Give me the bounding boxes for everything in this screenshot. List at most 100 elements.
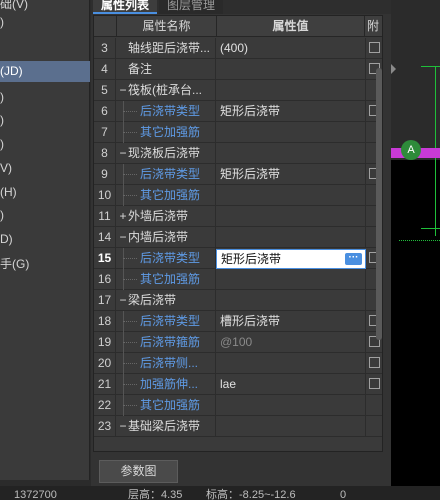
left-item[interactable]: ) — [0, 134, 90, 155]
attach-checkbox[interactable] — [369, 42, 380, 53]
property-value-cell[interactable]: (400) — [216, 38, 366, 59]
property-value: 矩形后浇带 — [220, 167, 281, 181]
table-row[interactable]: 11 + 外墙后浇带 — [94, 206, 382, 227]
property-name-cell[interactable]: 后浇带类型 — [116, 248, 216, 269]
left-item[interactable]: ) — [0, 87, 90, 108]
property-name-cell[interactable]: − 梁后浇带 — [116, 290, 216, 311]
property-value-cell[interactable] — [216, 185, 366, 206]
property-value-cell[interactable]: 槽形后浇带 — [216, 311, 366, 332]
table-row[interactable]: 21 加强筋伸... lae — [94, 374, 382, 395]
property-name-cell[interactable]: 轴线距后浇带... — [116, 38, 216, 59]
table-row[interactable]: 22 其它加强筋 — [94, 395, 382, 416]
table-row[interactable]: 23− 基础梁后浇带 — [94, 416, 382, 437]
property-name-cell[interactable]: − 内墙后浇带 — [116, 227, 216, 248]
property-name-cell[interactable]: 后浇带类型 — [116, 101, 216, 122]
table-row[interactable]: 17− 梁后浇带 — [94, 290, 382, 311]
property-value-cell[interactable] — [216, 80, 366, 101]
property-name-cell[interactable]: 后浇带箍筋 — [116, 332, 216, 353]
left-item[interactable]: ) — [0, 205, 90, 226]
property-name-cell[interactable]: 加强筋伸... — [116, 374, 216, 395]
header-attach[interactable]: 附 — [364, 16, 382, 37]
row-number: 7 — [94, 122, 116, 143]
collapse-icon[interactable]: − — [118, 143, 128, 164]
collapse-icon[interactable]: − — [118, 290, 128, 311]
table-row[interactable]: 9 后浇带类型 矩形后浇带 — [94, 164, 382, 185]
property-name-cell[interactable]: − 筏板(桩承台... — [116, 80, 216, 101]
property-value-cell[interactable] — [216, 416, 366, 437]
property-name: 后浇带侧... — [140, 356, 199, 370]
table-row[interactable]: 15 后浇带类型 矩形后浇带 ··· — [94, 248, 382, 269]
attach-checkbox[interactable] — [369, 378, 380, 389]
tree-connector — [123, 321, 137, 322]
property-value-cell[interactable] — [216, 269, 366, 290]
left-item[interactable]: 手(G) — [0, 254, 90, 275]
property-name-cell[interactable]: − 现浇板后浇带 — [116, 143, 216, 164]
left-item[interactable] — [0, 38, 90, 59]
row-number: 9 — [94, 164, 116, 185]
table-row[interactable]: 4 备注 — [94, 59, 382, 80]
property-name-cell[interactable]: 后浇带侧... — [116, 353, 216, 374]
left-item[interactable]: (H) — [0, 182, 90, 203]
left-item[interactable]: D) — [0, 229, 90, 250]
property-value-cell[interactable] — [216, 59, 366, 80]
tab-layer-management[interactable]: 图层管理 — [159, 0, 224, 14]
left-item[interactable]: V) — [0, 158, 90, 179]
property-name-cell[interactable]: 后浇带类型 — [116, 311, 216, 332]
panel-collapse-arrow-icon[interactable] — [391, 64, 396, 74]
property-name-cell[interactable]: 其它加强筋 — [116, 269, 216, 290]
parameter-diagram-button[interactable]: 参数图 — [99, 460, 178, 483]
property-name: 内墙后浇带 — [128, 230, 189, 244]
table-row[interactable]: 8− 现浇板后浇带 — [94, 143, 382, 164]
table-row[interactable]: 20 后浇带侧... — [94, 353, 382, 374]
property-name-cell[interactable]: 其它加强筋 — [116, 395, 216, 416]
property-value-cell[interactable]: lae — [216, 374, 366, 395]
property-value-cell[interactable] — [216, 353, 366, 374]
property-value-cell[interactable] — [216, 290, 366, 311]
property-name-cell[interactable]: 后浇带类型 — [116, 164, 216, 185]
collapse-icon[interactable]: − — [118, 227, 128, 248]
collapse-icon[interactable]: − — [118, 80, 128, 101]
table-row[interactable]: 3 轴线距后浇带... (400) — [94, 38, 382, 59]
header-name[interactable]: 属性名称 — [116, 16, 216, 37]
table-row[interactable]: 18 后浇带类型 槽形后浇带 — [94, 311, 382, 332]
table-row[interactable]: 7 其它加强筋 — [94, 122, 382, 143]
property-name-cell[interactable]: 其它加强筋 — [116, 185, 216, 206]
status-value: 0 — [340, 489, 347, 500]
table-row[interactable]: 16 其它加强筋 — [94, 269, 382, 290]
property-value: 矩形后浇带 — [221, 252, 282, 266]
expand-icon[interactable]: + — [118, 206, 128, 227]
vertical-scrollbar[interactable] — [376, 68, 382, 340]
table-row[interactable]: 19 后浇带箍筋 @100 — [94, 332, 382, 353]
property-value-cell[interactable]: @100 — [216, 332, 366, 353]
property-name: 其它加强筋 — [140, 125, 201, 139]
table-row[interactable]: 6 后浇带类型 矩形后浇带 — [94, 101, 382, 122]
property-value-cell[interactable] — [216, 395, 366, 416]
property-value-cell[interactable] — [216, 206, 366, 227]
property-value-cell[interactable] — [216, 143, 366, 164]
left-item-selected[interactable]: (JD) — [0, 61, 90, 82]
left-item[interactable]: ) — [0, 12, 90, 33]
header-value[interactable]: 属性值 — [216, 16, 364, 37]
left-item[interactable]: ) — [0, 110, 90, 131]
table-row[interactable]: 14− 内墙后浇带 — [94, 227, 382, 248]
property-value-cell[interactable] — [216, 227, 366, 248]
property-value: (400) — [220, 41, 249, 55]
drawing-canvas[interactable]: A — [391, 0, 440, 486]
attach-checkbox[interactable] — [369, 357, 380, 368]
ellipsis-button[interactable]: ··· — [345, 253, 362, 265]
property-name-cell[interactable]: 其它加强筋 — [116, 122, 216, 143]
property-value-cell[interactable] — [216, 122, 366, 143]
property-name-cell[interactable]: − 基础梁后浇带 — [116, 416, 216, 437]
property-name-cell[interactable]: 备注 — [116, 59, 216, 80]
tree-connector — [123, 342, 137, 343]
property-value-cell[interactable]: 矩形后浇带 — [216, 101, 366, 122]
property-name-cell[interactable]: + 外墙后浇带 — [116, 206, 216, 227]
property-name: 备注 — [128, 62, 153, 76]
property-value-editor[interactable]: 矩形后浇带 ··· — [216, 249, 366, 269]
tab-property-list[interactable]: 属性列表 — [93, 0, 158, 14]
axis-marker: A — [401, 140, 421, 160]
collapse-icon[interactable]: − — [118, 416, 128, 437]
table-row[interactable]: 5− 筏板(桩承台... — [94, 80, 382, 101]
table-row[interactable]: 10 其它加强筋 — [94, 185, 382, 206]
property-value-cell[interactable]: 矩形后浇带 — [216, 164, 366, 185]
